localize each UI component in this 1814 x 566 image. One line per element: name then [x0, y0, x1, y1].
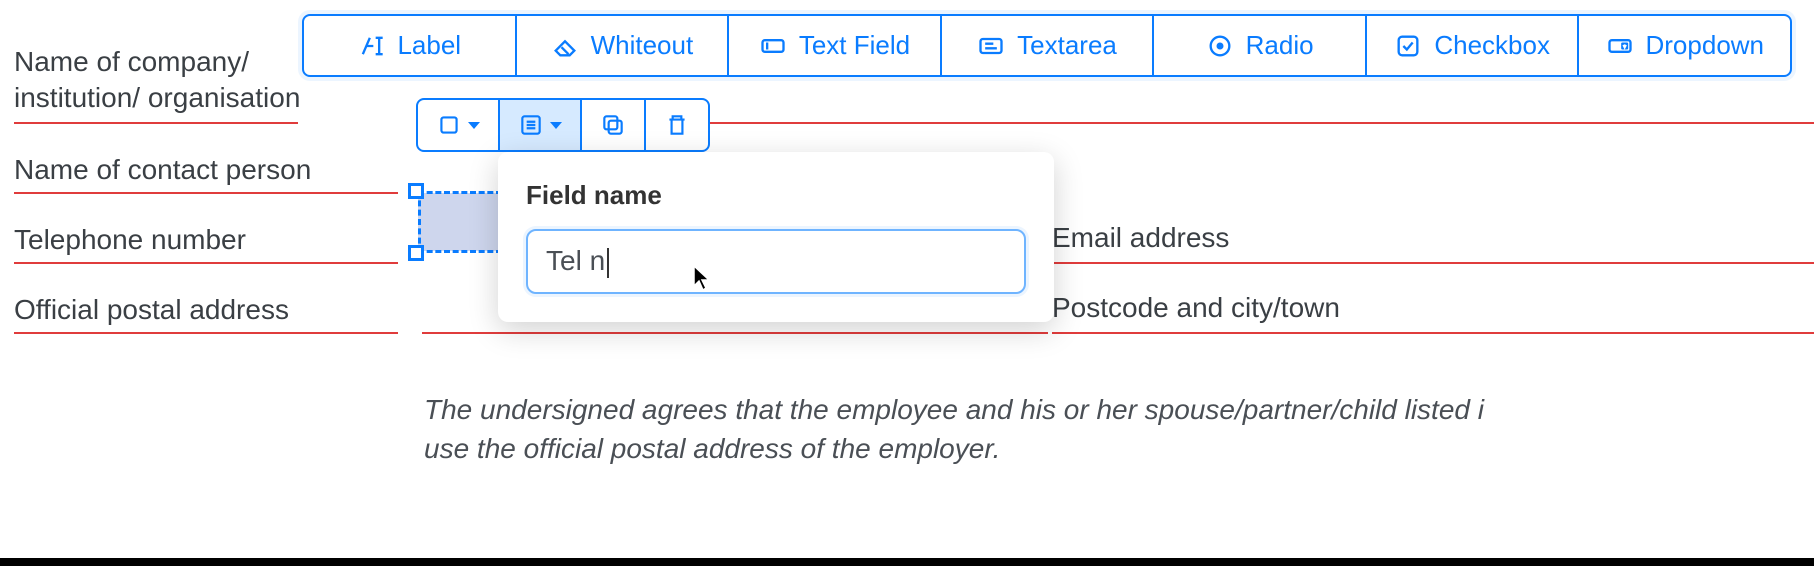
- disclaimer-text: The undersigned agrees that the employee…: [424, 390, 1814, 468]
- field-name-input[interactable]: Tel n: [526, 229, 1026, 294]
- field-type-button[interactable]: [418, 100, 500, 150]
- duplicate-button[interactable]: [582, 100, 646, 150]
- tool-checkbox[interactable]: Checkbox: [1367, 16, 1580, 75]
- underline: [14, 332, 398, 334]
- underline: [1052, 262, 1814, 264]
- tool-label-text: Whiteout: [591, 30, 694, 61]
- label-company: Name of company/ institution/ organisati…: [14, 44, 300, 117]
- chevron-down-icon: [468, 122, 480, 129]
- tool-whiteout[interactable]: Whiteout: [517, 16, 730, 75]
- dropdown-icon: [1606, 32, 1634, 60]
- eraser-icon: [551, 32, 579, 60]
- tool-label-text: Text Field: [799, 30, 910, 61]
- trash-icon: [664, 112, 690, 138]
- label-telephone: Telephone number: [14, 222, 246, 258]
- field-selection-outline: [418, 191, 502, 253]
- tool-label[interactable]: Label: [304, 16, 517, 75]
- radio-icon: [1206, 32, 1234, 60]
- tool-label-text: Dropdown: [1646, 30, 1765, 61]
- label-contact: Name of contact person: [14, 152, 311, 188]
- textarea-icon: [977, 32, 1005, 60]
- label-icon: [357, 32, 385, 60]
- delete-button[interactable]: [646, 100, 708, 150]
- square-icon: [436, 112, 462, 138]
- label-email: Email address: [1052, 222, 1229, 254]
- text-caret: [607, 248, 609, 278]
- bottom-border: [0, 558, 1814, 566]
- field-type-toolbar: Label Whiteout Text Field Textarea Radio…: [302, 14, 1792, 77]
- tool-label-text: Radio: [1246, 30, 1314, 61]
- label-postal: Official postal address: [14, 292, 289, 328]
- disclaimer-line: The undersigned agrees that the employee…: [424, 394, 1484, 425]
- tool-radio[interactable]: Radio: [1154, 16, 1367, 75]
- underline: [422, 332, 1048, 334]
- resize-handle-bottom[interactable]: [408, 245, 424, 261]
- field-properties-button[interactable]: [500, 100, 582, 150]
- label-postcode: Postcode and city/town: [1052, 292, 1340, 324]
- textfield-icon: [759, 32, 787, 60]
- field-context-toolbar: [416, 98, 710, 152]
- underline: [14, 192, 398, 194]
- disclaimer-line: use the official postal address of the e…: [424, 433, 1000, 464]
- field-name-popover: Field name Tel n: [498, 152, 1054, 322]
- tool-textfield[interactable]: Text Field: [729, 16, 942, 75]
- tool-dropdown[interactable]: Dropdown: [1579, 16, 1790, 75]
- resize-handle-top[interactable]: [408, 183, 424, 199]
- list-icon: [518, 112, 544, 138]
- tool-label-text: Textarea: [1017, 30, 1117, 61]
- selected-field-placeholder[interactable]: [404, 185, 502, 259]
- copy-icon: [600, 112, 626, 138]
- tool-label-text: Label: [397, 30, 461, 61]
- underline: [14, 122, 298, 124]
- chevron-down-icon: [550, 122, 562, 129]
- tool-label-text: Checkbox: [1434, 30, 1550, 61]
- underline: [1052, 332, 1814, 334]
- underline: [14, 262, 398, 264]
- popover-title: Field name: [526, 180, 1026, 211]
- field-name-input-value: Tel n: [546, 245, 605, 276]
- checkbox-icon: [1394, 32, 1422, 60]
- tool-textarea[interactable]: Textarea: [942, 16, 1155, 75]
